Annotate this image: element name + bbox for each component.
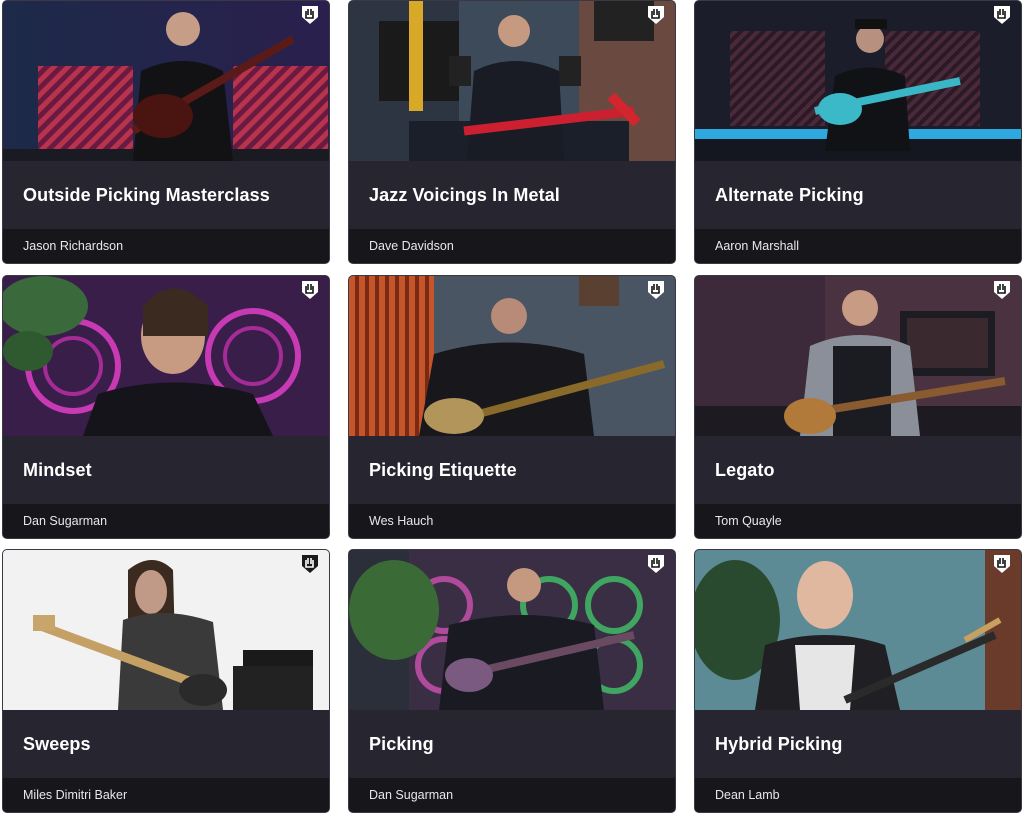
rock-hand-icon <box>301 554 319 574</box>
course-title: Mindset <box>23 460 92 480</box>
rock-hand-icon <box>993 280 1011 300</box>
course-title: Outside Picking Masterclass <box>23 185 270 205</box>
course-card[interactable]: Sweeps Miles Dimitri Baker <box>2 549 330 813</box>
course-grid: Outside Picking Masterclass Jason Richar… <box>0 0 1024 816</box>
rock-hand-icon <box>993 554 1011 574</box>
author-bar: Dan Sugarman <box>3 504 329 538</box>
course-card[interactable]: Mindset Dan Sugarman <box>2 275 330 539</box>
course-author: Tom Quayle <box>715 514 782 528</box>
course-author: Jason Richardson <box>23 239 124 253</box>
course-thumbnail[interactable] <box>3 550 329 710</box>
author-bar: Dave Davidson <box>349 229 675 263</box>
rock-hand-icon <box>301 280 319 300</box>
course-title: Picking Etiquette <box>369 460 517 480</box>
course-thumbnail[interactable] <box>349 550 675 710</box>
course-card[interactable]: Hybrid Picking Dean Lamb <box>694 549 1022 813</box>
course-thumbnail[interactable] <box>3 276 329 436</box>
author-bar: Tom Quayle <box>695 504 1021 538</box>
course-title: Alternate Picking <box>715 185 864 205</box>
course-author: Aaron Marshall <box>715 239 800 253</box>
course-title: Legato <box>715 460 775 480</box>
rock-hand-icon <box>647 280 665 300</box>
rock-hand-icon <box>993 5 1011 25</box>
course-card[interactable]: Alternate Picking Aaron Marshall <box>694 0 1022 264</box>
author-bar: Dean Lamb <box>695 778 1021 812</box>
course-title: Hybrid Picking <box>715 734 843 754</box>
course-title: Picking <box>369 734 434 754</box>
course-author: Wes Hauch <box>369 514 434 528</box>
course-card[interactable]: Jazz Voicings In Metal Dave Davidson <box>348 0 676 264</box>
course-thumbnail[interactable] <box>695 550 1021 710</box>
author-bar: Dan Sugarman <box>349 778 675 812</box>
rock-hand-icon <box>301 5 319 25</box>
course-thumbnail[interactable] <box>349 276 675 436</box>
course-thumbnail[interactable] <box>695 276 1021 436</box>
course-author: Dave Davidson <box>369 239 454 253</box>
author-bar: Aaron Marshall <box>695 229 1021 263</box>
course-author: Miles Dimitri Baker <box>23 788 128 802</box>
course-thumbnail[interactable] <box>3 1 329 161</box>
course-card[interactable]: Outside Picking Masterclass Jason Richar… <box>2 0 330 264</box>
author-bar: Miles Dimitri Baker <box>3 778 329 812</box>
course-author: Dan Sugarman <box>23 514 108 528</box>
rock-hand-icon <box>647 554 665 574</box>
course-card[interactable]: Picking Etiquette Wes Hauch <box>348 275 676 539</box>
rock-hand-icon <box>647 5 665 25</box>
course-thumbnail[interactable] <box>695 1 1021 161</box>
author-bar: Wes Hauch <box>349 504 675 538</box>
course-title: Jazz Voicings In Metal <box>369 185 560 205</box>
course-card[interactable]: Picking Dan Sugarman <box>348 549 676 813</box>
course-thumbnail[interactable] <box>349 1 675 161</box>
course-card[interactable]: Legato Tom Quayle <box>694 275 1022 539</box>
course-title: Sweeps <box>23 734 91 754</box>
author-bar: Jason Richardson <box>3 229 329 263</box>
course-author: Dean Lamb <box>715 788 780 802</box>
course-author: Dan Sugarman <box>369 788 454 802</box>
